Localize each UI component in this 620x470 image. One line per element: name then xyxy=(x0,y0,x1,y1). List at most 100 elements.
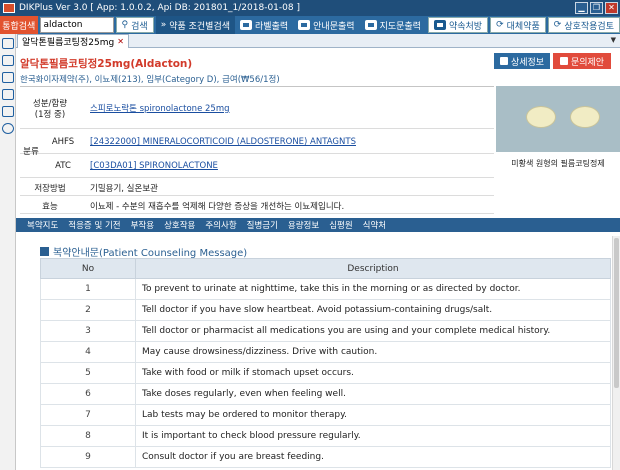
storage-value: 기밀용기, 실온보관 xyxy=(90,184,158,194)
detail-info-label: 상세정보 xyxy=(510,57,545,68)
condition-search-button[interactable]: » 약품 조건별검색 xyxy=(155,16,236,34)
table-header-row: No Description xyxy=(40,258,611,279)
window-controls: ▁ ❐ ✕ xyxy=(575,2,618,14)
table-row[interactable]: 9 Consult doctor if you are breast feedin… xyxy=(40,446,611,468)
tab-section-2[interactable]: 부작용 xyxy=(126,219,159,231)
counseling-table: No Description 1 To prevent to urinate at… xyxy=(40,258,611,468)
left-nav-rail xyxy=(0,34,16,470)
table-row[interactable]: 8 It is important to check blood pressure… xyxy=(40,425,611,447)
row-number: 9 xyxy=(40,446,136,468)
main-toolbar: 통합검색 ⚲ 검색 » 약품 조건별검색 라벨출력 안내문출력 지도문출력 약속… xyxy=(0,16,620,34)
tab-close-icon[interactable]: ✕ xyxy=(117,37,124,46)
pill-icon[interactable] xyxy=(2,89,14,100)
instruction-print-label: 지도문출력 xyxy=(379,21,421,32)
row-description: Consult doctor if you are breast feeding… xyxy=(135,446,611,468)
close-button[interactable]: ✕ xyxy=(605,2,618,14)
table-row[interactable]: 5 Take with food or milk if stomach upset… xyxy=(40,362,611,384)
table-row[interactable]: 7 Lab tests may be ordered to monitor the… xyxy=(40,404,611,426)
promise-prescription-label: 약속처방 xyxy=(448,21,483,32)
efficacy-value: 이뇨제 - 수분의 재흡수를 억제해 다양한 증상을 개선하는 이뇨제입니다. xyxy=(90,202,345,212)
app-logo-icon xyxy=(3,3,15,13)
substitute-drug-button[interactable]: ⟳ 대체약품 xyxy=(490,17,546,33)
tab-section-1[interactable]: 적응증 및 기전 xyxy=(63,219,125,231)
tab-section-5[interactable]: 질병금기 xyxy=(242,219,283,231)
row-number: 1 xyxy=(40,278,136,300)
refresh-icon: ⟳ xyxy=(553,20,562,30)
title-bar: DIKPlus Ver 3.0 [ App: 1.0.0.2, Api DB: … xyxy=(0,0,620,16)
interaction-review-label: 상호작용검토 xyxy=(564,21,614,32)
pill-icon xyxy=(526,106,556,128)
atc-link[interactable]: [C03DA01] SPIRONOLACTONE xyxy=(90,161,218,171)
pill-icon xyxy=(570,106,600,128)
tab-section-6[interactable]: 용량정보 xyxy=(283,219,324,231)
row-description: Tell doctor if you have slow heartbeat. … xyxy=(135,299,611,321)
label-print-button[interactable]: 라벨출력 xyxy=(235,16,293,34)
row-description: May cause drowsiness/dizziness. Drive wi… xyxy=(135,341,611,363)
tab-section-4[interactable]: 주의사항 xyxy=(200,219,241,231)
drug-name: 알닥톤필름코팅정25mg(Aldacton) xyxy=(20,58,193,70)
ahfs-row: AHFS [24322000] MINERALOCORTICOID (ALDOS… xyxy=(20,129,494,154)
pill-description: 미황색 원형의 필름코팅정제 xyxy=(511,159,605,168)
row-number: 3 xyxy=(40,320,136,342)
integrated-search-button[interactable]: 통합검색 xyxy=(0,16,38,34)
ahfs-label: AHFS xyxy=(51,137,75,147)
guide-print-label: 안내문출력 xyxy=(313,21,355,32)
guide-print-button[interactable]: 안내문출력 xyxy=(293,16,359,34)
row-number: 7 xyxy=(40,404,136,426)
inquiry-button[interactable]: 문의제안 xyxy=(553,53,611,69)
row-number: 5 xyxy=(40,362,136,384)
refresh-icon: ⟳ xyxy=(496,20,504,30)
minimize-button[interactable]: ▁ xyxy=(575,2,588,14)
tab-section-0[interactable]: 복약지도 xyxy=(22,219,63,231)
chat-icon xyxy=(559,57,568,65)
interaction-review-button[interactable]: ⟳ 상호작용검토 xyxy=(547,17,620,33)
instruction-print-button[interactable]: 지도문출력 xyxy=(360,16,426,34)
printer-icon xyxy=(298,20,311,30)
tab-drug-detail[interactable]: 알닥톤필름코팅정25mg ✕ xyxy=(17,34,129,48)
table-row[interactable]: 6 Take doses regularly, even when feeling… xyxy=(40,383,611,405)
double-chevron-icon: » xyxy=(160,20,167,30)
tab-dropdown-icon[interactable]: ▼ xyxy=(611,36,616,44)
tab-section-8[interactable]: 식약처 xyxy=(358,219,391,231)
ingredient-count: (1정 중) xyxy=(34,110,66,120)
row-description: To prevent to urinate at nighttime, take… xyxy=(135,278,611,300)
search-input[interactable] xyxy=(39,17,114,33)
table-row[interactable]: 4 May cause drowsiness/dizziness. Drive w… xyxy=(40,341,611,363)
drug-maker-line: 한국화이자제약(주), 이뇨제(213), 임부(Category D), 급여… xyxy=(20,75,280,85)
detail-info-button[interactable]: 상세정보 xyxy=(494,53,550,69)
atc-row: ATC [C03DA01] SPIRONOLACTONE xyxy=(20,154,494,178)
scrollbar-thumb[interactable] xyxy=(614,238,619,388)
table-row[interactable]: 2 Tell doctor if you have slow heartbeat.… xyxy=(40,299,611,321)
section-marker-icon xyxy=(40,247,49,256)
tab-section-7[interactable]: 심평원 xyxy=(324,219,357,231)
window-title: DIKPlus Ver 3.0 [ App: 1.0.0.2, Api DB: … xyxy=(19,3,300,13)
substitute-drug-label: 대체약품 xyxy=(506,21,540,32)
restore-button[interactable]: ❐ xyxy=(590,2,603,14)
row-description: Tell doctor or pharmacist all medication… xyxy=(135,320,611,342)
document-icon[interactable] xyxy=(2,72,14,83)
ahfs-link[interactable]: [24322000] MINERALOCORTICOID (ALDOSTERON… xyxy=(90,137,356,147)
efficacy-label: 효능 xyxy=(42,202,58,212)
tab-section-3[interactable]: 상호작용 xyxy=(159,219,200,231)
condition-search-label: 약품 조건별검색 xyxy=(169,21,231,32)
promise-prescription-button[interactable]: 약속처방 xyxy=(427,17,489,33)
ingredient-link[interactable]: 스피로노락톤 spironolactone 25mg xyxy=(90,102,230,114)
label-print-label: 라벨출력 xyxy=(255,21,289,32)
counseling-title: 복약안내문(Patient Counseling Message) xyxy=(40,244,247,259)
home-icon[interactable] xyxy=(2,55,14,66)
gear-icon[interactable] xyxy=(2,123,14,134)
menu-icon[interactable] xyxy=(2,38,14,49)
column-header-no: No xyxy=(40,258,136,279)
row-description: Take doses regularly, even when feeling … xyxy=(135,383,611,405)
pill-image xyxy=(496,86,620,152)
list-icon xyxy=(499,57,508,65)
row-number: 2 xyxy=(40,299,136,321)
vertical-scrollbar[interactable] xyxy=(612,236,620,470)
row-description: Lab tests may be ordered to monitor ther… xyxy=(135,404,611,426)
search-button[interactable]: ⚲ 검색 xyxy=(115,17,154,33)
drug-info-table: 성분/함량 (1정 중) 스피로노락톤 spironolactone 25mg … xyxy=(20,86,494,214)
table-row[interactable]: 1 To prevent to urinate at nighttime, tak… xyxy=(40,278,611,300)
monitor-icon[interactable] xyxy=(2,106,14,117)
table-row[interactable]: 3 Tell doctor or pharmacist all medicatio… xyxy=(40,320,611,342)
prescription-icon xyxy=(433,20,446,30)
